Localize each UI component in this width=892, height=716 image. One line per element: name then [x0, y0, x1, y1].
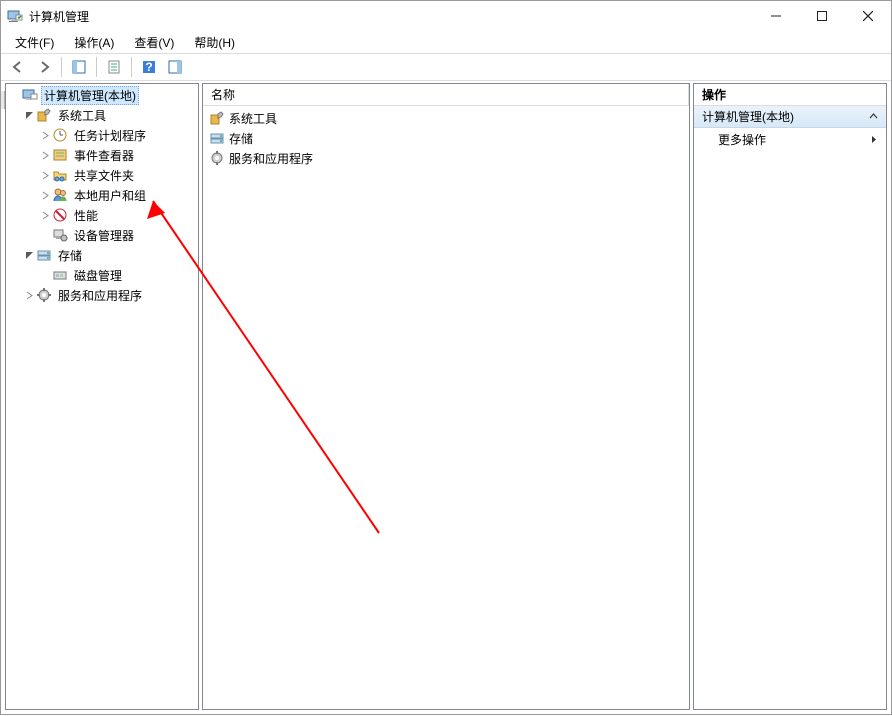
- partial-external-widget: [1, 91, 5, 109]
- show-hide-tree-button[interactable]: [67, 56, 91, 78]
- actions-header: 操作: [694, 84, 886, 106]
- users-icon: [52, 187, 68, 203]
- actions-more-label: 更多操作: [718, 131, 766, 148]
- performance-icon: [52, 207, 68, 223]
- menubar: 文件(F) 操作(A) 查看(V) 帮助(H): [1, 31, 891, 53]
- toolbar: ?: [1, 53, 891, 81]
- list-item-services-apps[interactable]: 服务和应用程序: [203, 148, 689, 168]
- tree-pane[interactable]: ▸ 计算机管理(本地) 系统工具 任务计划程序 事件查看器: [5, 83, 199, 710]
- tree-event-viewer[interactable]: 事件查看器: [6, 145, 198, 165]
- list-item-system-tools[interactable]: 系统工具: [203, 108, 689, 128]
- menu-help[interactable]: 帮助(H): [186, 32, 243, 53]
- tree-storage[interactable]: 存储: [6, 245, 198, 265]
- menu-action[interactable]: 操作(A): [66, 32, 122, 53]
- toolbar-separator: [61, 57, 62, 77]
- tree-label: 共享文件夹: [71, 166, 137, 185]
- list-item-storage[interactable]: 存储: [203, 128, 689, 148]
- tree-system-tools[interactable]: 系统工具: [6, 105, 198, 125]
- column-header-name[interactable]: 名称: [203, 84, 689, 105]
- maximize-button[interactable]: [799, 1, 845, 31]
- chevron-down-icon[interactable]: [22, 111, 36, 120]
- tree-label: 服务和应用程序: [55, 286, 145, 305]
- toolbar-separator: [131, 57, 132, 77]
- tree-label: 系统工具: [55, 106, 109, 125]
- system-tools-icon: [209, 110, 225, 126]
- tree-local-users-groups[interactable]: 本地用户和组: [6, 185, 198, 205]
- work-area: ▸ 计算机管理(本地) 系统工具 任务计划程序 事件查看器: [5, 83, 887, 710]
- shared-folders-icon: [52, 167, 68, 183]
- actions-more[interactable]: 更多操作: [694, 128, 886, 150]
- chevron-right-icon[interactable]: [38, 151, 52, 160]
- close-button[interactable]: [845, 1, 891, 31]
- menu-file[interactable]: 文件(F): [7, 32, 62, 53]
- tree-label: 计算机管理(本地): [41, 86, 139, 105]
- menu-view[interactable]: 查看(V): [126, 32, 182, 53]
- show-hide-action-pane-button[interactable]: [163, 56, 187, 78]
- clock-icon: [52, 127, 68, 143]
- window-title: 计算机管理: [29, 8, 753, 25]
- tree-label: 存储: [55, 246, 85, 265]
- chevron-right-icon[interactable]: [38, 191, 52, 200]
- list-item-label: 存储: [229, 130, 253, 147]
- system-tools-icon: [36, 107, 52, 123]
- list-body: 系统工具 存储 服务和应用程序: [203, 106, 689, 170]
- collapse-icon[interactable]: [869, 112, 878, 121]
- computer-management-icon: [22, 87, 38, 103]
- tree-services-apps[interactable]: 服务和应用程序: [6, 285, 198, 305]
- tree-device-manager[interactable]: ▸ 设备管理器: [6, 225, 198, 245]
- toolbar-separator: [96, 57, 97, 77]
- properties-button[interactable]: [102, 56, 126, 78]
- chevron-right-icon[interactable]: [38, 211, 52, 220]
- tree-performance[interactable]: 性能: [6, 205, 198, 225]
- device-manager-icon: [52, 227, 68, 243]
- tree-label: 性能: [71, 206, 101, 225]
- help-button[interactable]: ?: [137, 56, 161, 78]
- minimize-button[interactable]: [753, 1, 799, 31]
- window-buttons: [753, 1, 891, 31]
- chevron-down-icon[interactable]: [22, 251, 36, 260]
- tree-label: 任务计划程序: [71, 126, 149, 145]
- storage-icon: [36, 247, 52, 263]
- event-viewer-icon: [52, 147, 68, 163]
- tree-label: 设备管理器: [71, 226, 137, 245]
- tree-label: 事件查看器: [71, 146, 137, 165]
- actions-section-header[interactable]: 计算机管理(本地): [694, 106, 886, 128]
- tree: ▸ 计算机管理(本地) 系统工具 任务计划程序 事件查看器: [6, 84, 198, 306]
- tree-label: 磁盘管理: [71, 266, 125, 285]
- tree-shared-folders[interactable]: 共享文件夹: [6, 165, 198, 185]
- services-icon: [209, 150, 225, 166]
- titlebar: 计算机管理: [1, 1, 891, 31]
- list-pane[interactable]: 名称 系统工具 存储 服务和应用程序: [202, 83, 690, 710]
- tree-root-computer-management[interactable]: ▸ 计算机管理(本地): [6, 85, 198, 105]
- storage-icon: [209, 130, 225, 146]
- svg-text:?: ?: [145, 60, 152, 74]
- actions-section-title: 计算机管理(本地): [702, 108, 794, 125]
- tree-disk-management[interactable]: ▸ 磁盘管理: [6, 265, 198, 285]
- list-header: 名称: [203, 84, 689, 106]
- forward-button[interactable]: [32, 56, 56, 78]
- tree-label: 本地用户和组: [71, 186, 149, 205]
- list-item-label: 系统工具: [229, 110, 277, 127]
- chevron-right-icon: [871, 135, 878, 144]
- services-icon: [36, 287, 52, 303]
- chevron-right-icon[interactable]: [22, 291, 36, 300]
- chevron-right-icon[interactable]: [38, 171, 52, 180]
- app-icon: [7, 8, 23, 24]
- chevron-right-icon[interactable]: [38, 131, 52, 140]
- list-item-label: 服务和应用程序: [229, 150, 313, 167]
- disk-management-icon: [52, 267, 68, 283]
- tree-task-scheduler[interactable]: 任务计划程序: [6, 125, 198, 145]
- back-button[interactable]: [6, 56, 30, 78]
- actions-pane: 操作 计算机管理(本地) 更多操作: [693, 83, 887, 710]
